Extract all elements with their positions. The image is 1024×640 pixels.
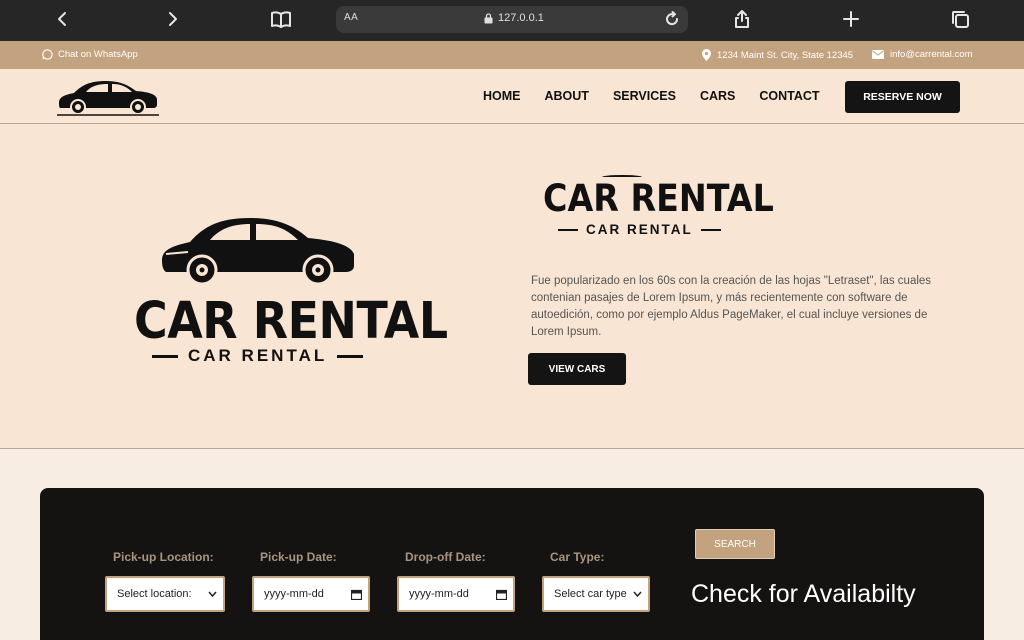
- site-logo[interactable]: [56, 75, 160, 122]
- address-info: 1234 Maint St. City, State 12345: [702, 49, 853, 61]
- calendar-icon[interactable]: [351, 589, 362, 600]
- divider-line: [700, 228, 721, 231]
- car-type-label: Car Type:: [550, 550, 605, 564]
- reload-icon: [666, 11, 679, 26]
- whatsapp-link[interactable]: Chat on WhatsApp: [42, 49, 138, 60]
- forward-button[interactable]: [157, 6, 187, 32]
- dropoff-date-placeholder: yyyy-mm-dd: [409, 588, 469, 600]
- url-display: 127.0.0.1: [484, 12, 544, 24]
- pickup-location-select[interactable]: Select location:: [105, 576, 225, 612]
- divider-line: [558, 228, 578, 231]
- pickup-date-placeholder: yyyy-mm-dd: [264, 588, 324, 600]
- book-icon: [271, 11, 291, 28]
- chevron-left-icon: [58, 12, 66, 26]
- nav-about[interactable]: ABOUT: [545, 89, 589, 103]
- view-cars-button[interactable]: VIEW CARS: [528, 353, 626, 385]
- chevron-down-icon: [633, 591, 642, 597]
- whatsapp-label: Chat on WhatsApp: [58, 49, 138, 60]
- tabs-icon: [952, 11, 969, 28]
- hero-logo-subtitle: CAR RENTAL: [152, 346, 364, 366]
- url-text: 127.0.0.1: [498, 12, 544, 24]
- nav-services[interactable]: SERVICES: [613, 89, 676, 103]
- share-button[interactable]: [727, 6, 757, 32]
- email-link[interactable]: info@carrental.com: [872, 49, 973, 60]
- pickup-date-label: Pick-up Date:: [260, 550, 337, 564]
- bookmarks-button[interactable]: [266, 6, 296, 32]
- chevron-down-icon: [208, 591, 217, 597]
- envelope-icon: [872, 50, 884, 59]
- tabs-button[interactable]: [945, 6, 975, 32]
- divider-line: [337, 354, 364, 358]
- whatsapp-icon: [42, 49, 53, 60]
- reserve-now-button[interactable]: RESERVE NOW: [845, 81, 960, 113]
- reload-button[interactable]: [664, 11, 680, 32]
- plus-icon: [843, 11, 859, 27]
- address-text: 1234 Maint St. City, State 12345: [717, 49, 854, 61]
- search-button[interactable]: SEARCH: [695, 529, 775, 559]
- email-text: info@carrental.com: [890, 49, 973, 60]
- booking-panel: Pick-up Location: Select location: Pick-…: [40, 488, 984, 640]
- browser-toolbar: AA 127.0.0.1: [0, 0, 1024, 41]
- share-icon: [735, 10, 749, 28]
- main-navbar: HOME ABOUT SERVICES CARS CONTACT RESERVE…: [0, 69, 1024, 124]
- nav-home[interactable]: HOME: [483, 89, 521, 103]
- info-bar: Chat on WhatsApp 1234 Maint St. City, St…: [0, 41, 1024, 69]
- nav-contact[interactable]: CONTACT: [759, 89, 819, 103]
- chevron-right-icon: [169, 12, 177, 26]
- hero-description: Fue popularizado en los 60s con la creac…: [531, 275, 932, 338]
- nav-cars[interactable]: CARS: [700, 89, 735, 103]
- hero-logo-title: CAR RENTAL: [134, 292, 448, 351]
- pickup-date-input[interactable]: yyyy-mm-dd: [252, 576, 370, 612]
- text-size-button[interactable]: AA: [344, 12, 358, 23]
- back-button[interactable]: [48, 6, 78, 32]
- hero-section: CAR RENTAL CAR RENTAL CAR RENTAL CAR REN…: [0, 124, 1024, 449]
- address-bar[interactable]: AA 127.0.0.1: [336, 6, 688, 33]
- dropoff-date-label: Drop-off Date:: [405, 550, 486, 564]
- hero-car-icon: [162, 218, 354, 286]
- calendar-icon[interactable]: [496, 589, 507, 600]
- hero-subheading-text: CAR RENTAL: [586, 222, 693, 237]
- nav-links: HOME ABOUT SERVICES CARS CONTACT: [483, 89, 820, 103]
- pickup-location-value: Select location:: [117, 588, 192, 600]
- car-logo-icon: [57, 81, 159, 116]
- availability-heading: Check for Availabilty: [691, 580, 916, 608]
- divider-line: [152, 354, 178, 358]
- hero-heading: CAR RENTAL: [543, 177, 774, 220]
- location-pin-icon: [702, 49, 711, 61]
- new-tab-button[interactable]: [836, 6, 866, 32]
- hero-logo-subtitle-text: CAR RENTAL: [188, 346, 328, 365]
- hero-subheading: CAR RENTAL: [558, 222, 721, 237]
- car-type-select[interactable]: Select car type: [542, 576, 650, 612]
- lock-icon: [484, 12, 493, 23]
- car-type-value: Select car type: [554, 588, 627, 600]
- pickup-location-label: Pick-up Location:: [113, 550, 214, 564]
- dropoff-date-input[interactable]: yyyy-mm-dd: [397, 576, 515, 612]
